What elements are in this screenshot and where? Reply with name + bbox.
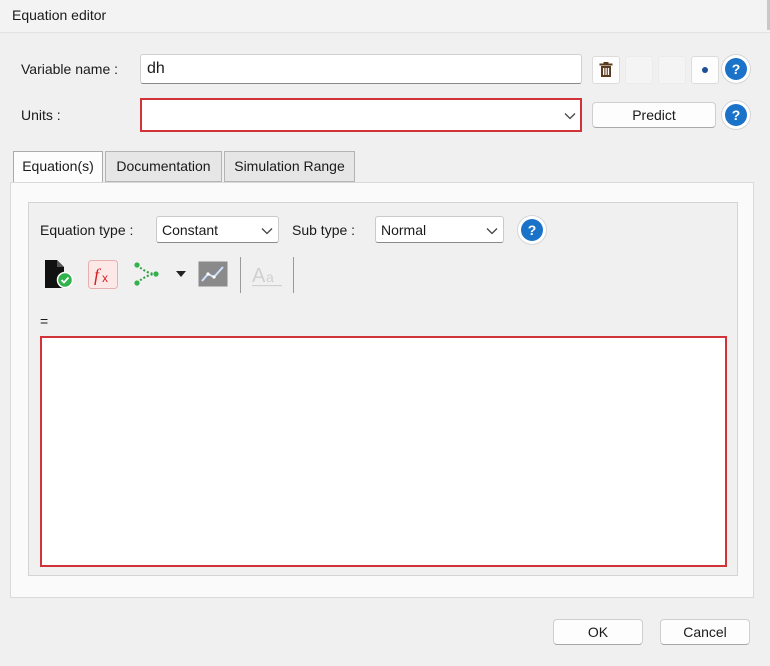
sub-type-value: Normal (381, 222, 427, 238)
tab-equations[interactable]: Equation(s) (13, 151, 103, 183)
variable-help-icon[interactable]: ? (725, 58, 747, 80)
delete-button[interactable] (592, 56, 620, 84)
units-combo[interactable] (140, 98, 582, 132)
chevron-down-icon (261, 228, 273, 235)
validate-file-icon[interactable] (42, 259, 76, 291)
chevron-down-icon (486, 228, 498, 235)
tab-documentation[interactable]: Documentation (105, 151, 222, 182)
graph-icon[interactable] (198, 261, 228, 287)
equation-type-select[interactable]: Constant (156, 216, 279, 243)
equation-type-label: Equation type : (40, 222, 134, 238)
variable-name-value: dh (147, 60, 165, 77)
sub-type-label: Sub type : (292, 222, 356, 238)
ok-button[interactable]: OK (553, 619, 643, 645)
cancel-button[interactable]: Cancel (660, 619, 750, 645)
dot-icon (702, 67, 708, 73)
point-button[interactable] (691, 56, 719, 84)
branch-icon[interactable] (132, 260, 162, 289)
predict-button[interactable]: Predict (592, 102, 716, 128)
function-icon[interactable]: f x (88, 260, 118, 289)
disabled-tool-button-1[interactable] (625, 56, 653, 84)
variable-name-label: Variable name : (21, 61, 119, 77)
svg-text:x: x (102, 271, 108, 285)
dropdown-arrow-icon[interactable] (176, 271, 186, 277)
svg-text:a: a (266, 269, 274, 285)
svg-text:A: A (252, 265, 266, 287)
text-format-icon: A a (252, 265, 282, 287)
trash-icon (599, 62, 613, 77)
sub-type-select[interactable]: Normal (375, 216, 504, 243)
toolbar-separator (240, 257, 241, 293)
equation-help-icon[interactable]: ? (521, 219, 543, 241)
tab-simulation-range[interactable]: Simulation Range (224, 151, 355, 182)
title-bar: Equation editor (0, 0, 770, 33)
equation-textarea[interactable] (40, 336, 727, 567)
units-label: Units : (21, 107, 61, 123)
equation-type-value: Constant (162, 222, 219, 238)
units-help-icon[interactable]: ? (725, 104, 747, 126)
window-title: Equation editor (12, 7, 107, 23)
toolbar-separator (293, 257, 294, 293)
variable-name-input[interactable]: dh (140, 54, 582, 84)
chevron-down-icon (564, 113, 576, 120)
equals-sign: = (40, 313, 49, 329)
disabled-tool-button-2[interactable] (658, 56, 686, 84)
